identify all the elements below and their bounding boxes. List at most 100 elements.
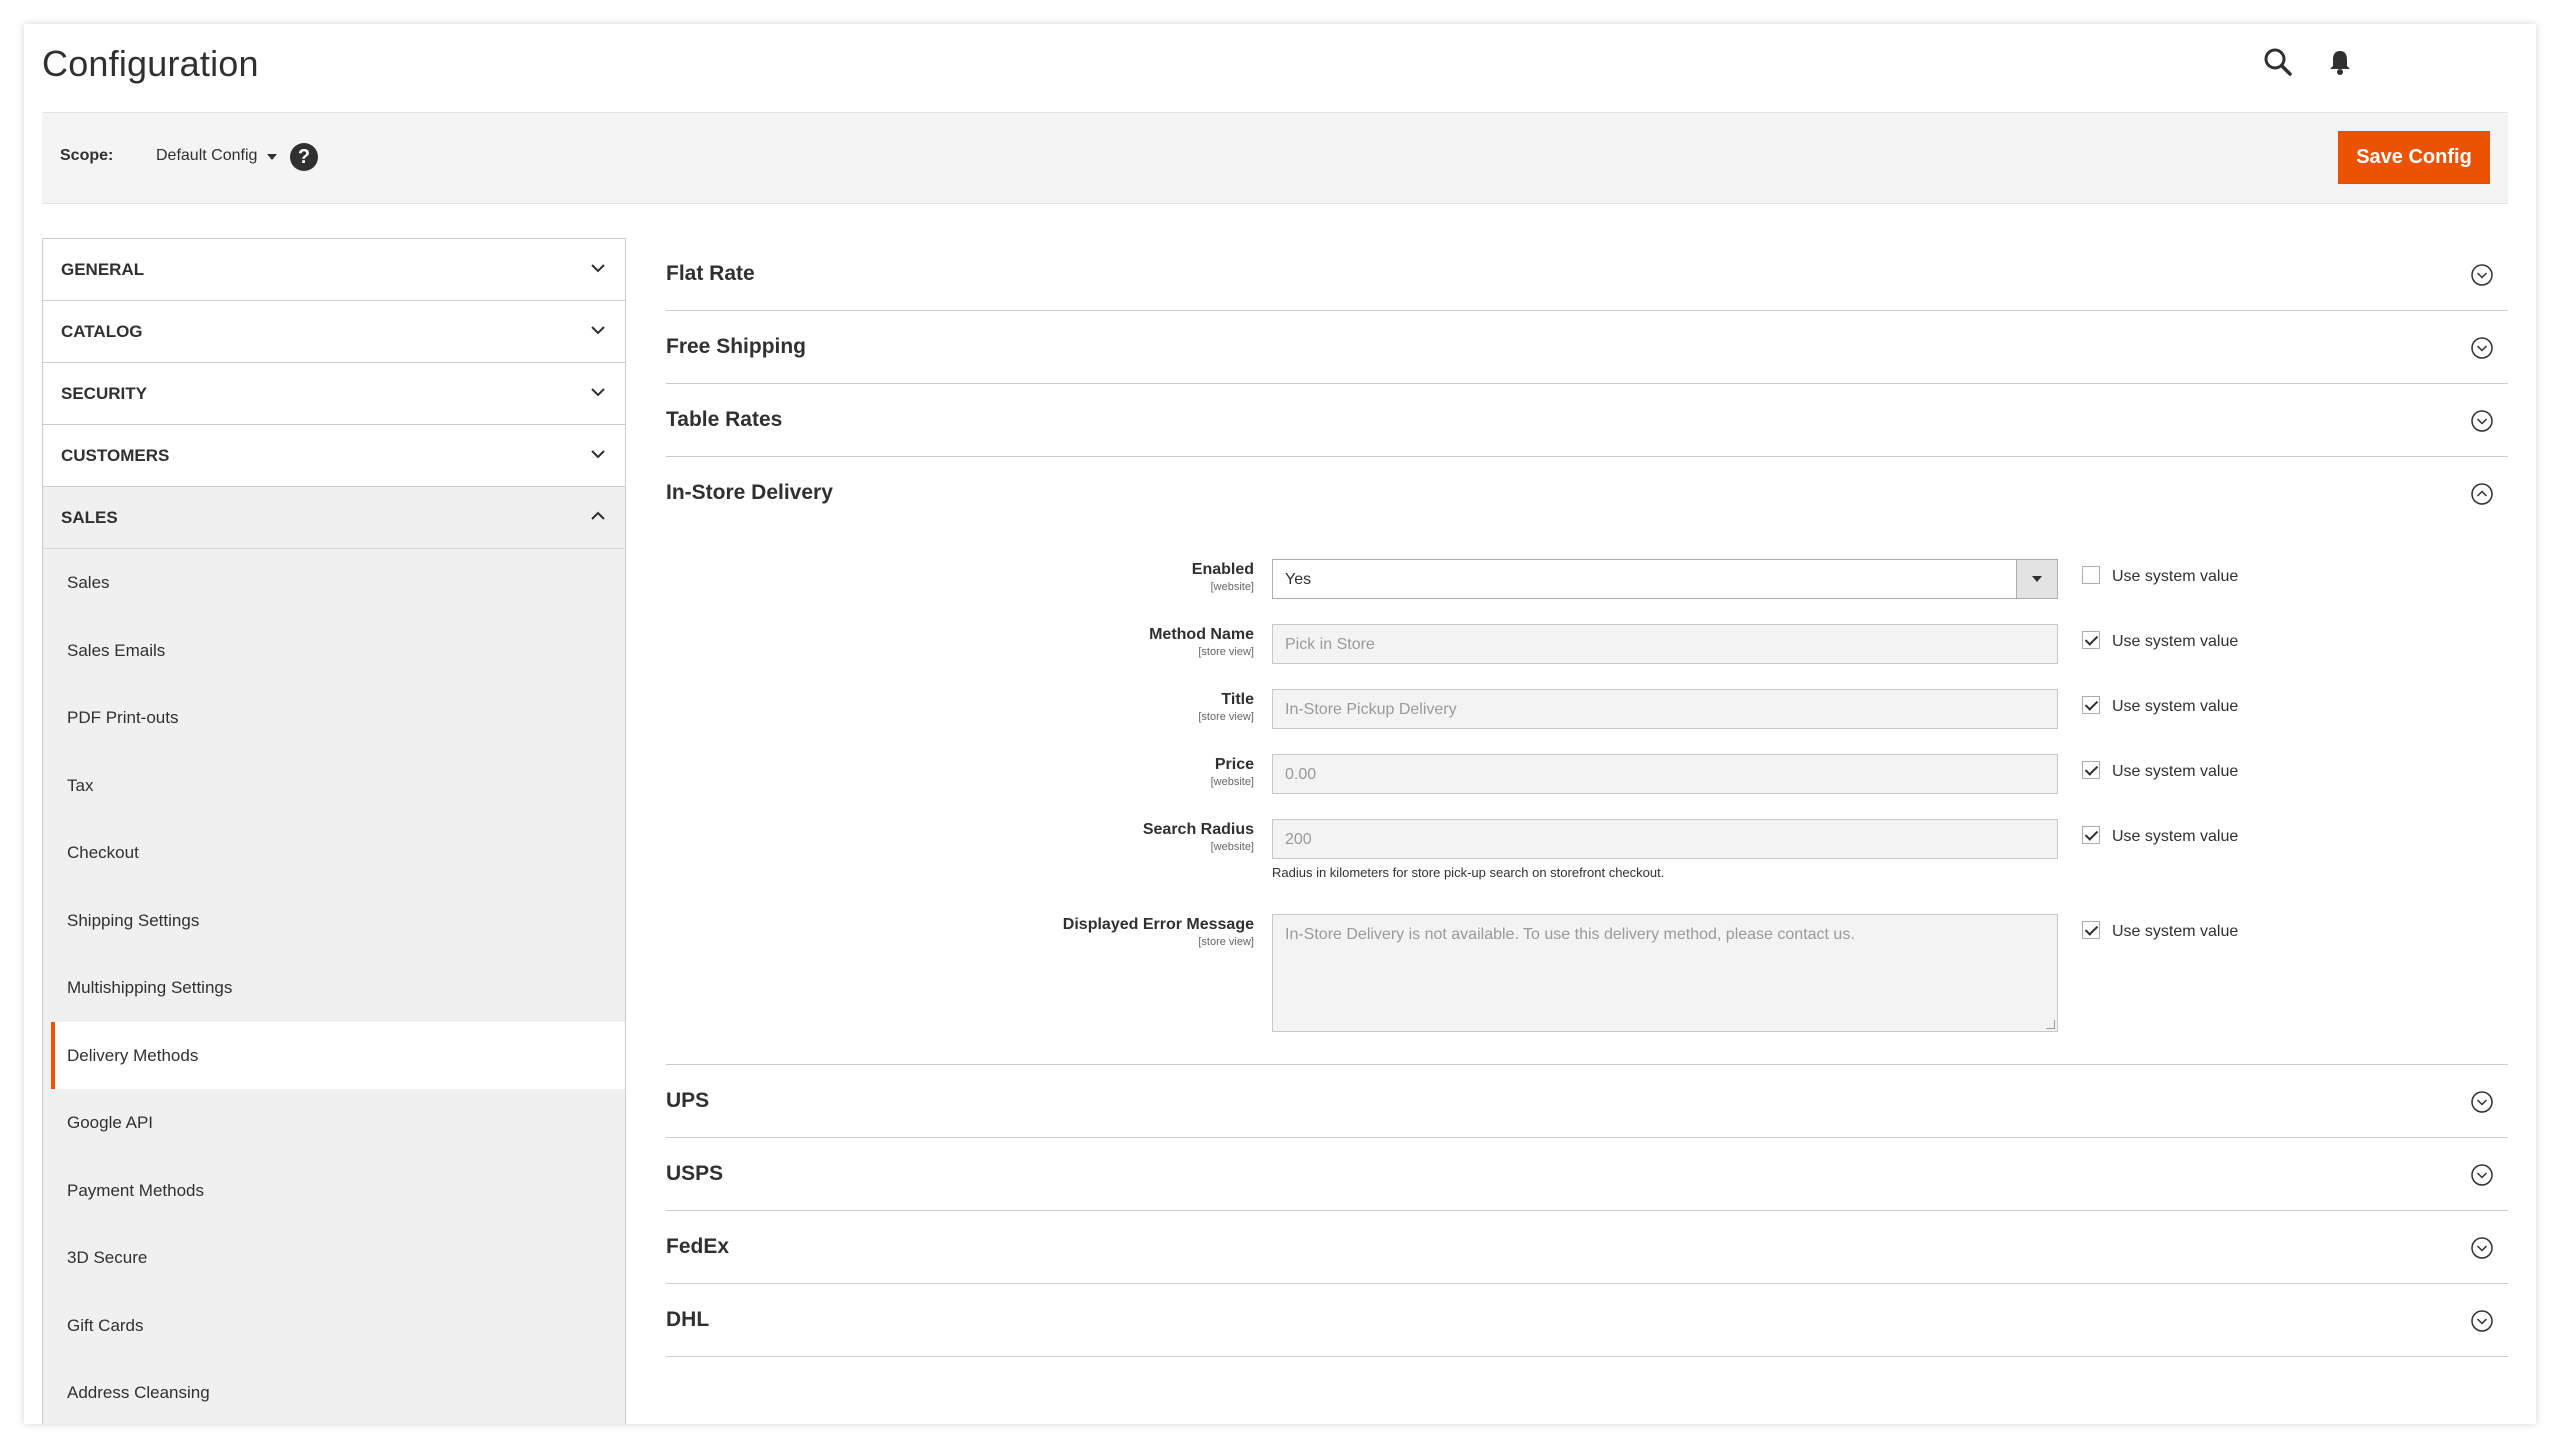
section-title: UPS [666, 1089, 710, 1112]
sidebar-item-label: 3D Secure [67, 1248, 148, 1267]
sidebar-section-customers[interactable]: CUSTOMERS [42, 424, 626, 486]
section-title: Free Shipping [666, 335, 807, 358]
error-message-textarea[interactable]: In-Store Delivery is not available. To u… [1272, 914, 2058, 1032]
scope-switcher[interactable]: Default Config [156, 147, 257, 165]
sidebar-section-general[interactable]: GENERAL [42, 238, 626, 300]
chevron-down-icon[interactable] [591, 385, 605, 399]
field-value: Yes [1285, 571, 1312, 588]
enabled-select[interactable]: Yes [1272, 559, 2058, 599]
field-value: Pick in Store [1285, 636, 1375, 653]
use-system-value-label: Use system value [2112, 828, 2239, 846]
sidebar-section-catalog[interactable]: CATALOG [42, 300, 626, 362]
chevron-down-icon[interactable] [591, 261, 605, 275]
sidebar-item-google-api[interactable]: Google API [43, 1089, 625, 1157]
bell-icon[interactable] [2322, 44, 2358, 80]
expand-circle-down-icon[interactable] [2470, 409, 2494, 433]
section-usps[interactable]: USPS [666, 1138, 2508, 1211]
sidebar-item-label: PDF Print-outs [67, 708, 179, 727]
sidebar-item-multishipping-settings[interactable]: Multishipping Settings [43, 954, 625, 1022]
section-dhl[interactable]: DHL [666, 1284, 2508, 1357]
sidebar-item-sales-emails[interactable]: Sales Emails [43, 617, 625, 685]
checkbox[interactable] [2082, 761, 2100, 779]
section-title: DHL [666, 1308, 710, 1331]
sales-subsection-list: Sales Sales Emails PDF Print-outs Tax Checko… [42, 549, 626, 1424]
sidebar-section-security[interactable]: SECURITY [42, 362, 626, 424]
section-flat-rate[interactable]: Flat Rate [666, 238, 2508, 311]
field-input[interactable]: 200 [1272, 819, 2058, 859]
chevron-up-icon[interactable] [591, 509, 605, 523]
section-in-store-delivery[interactable]: In-Store Delivery [666, 457, 2508, 529]
help-icon[interactable]: ? [290, 143, 318, 171]
use-system-value-checkbox[interactable]: Use system value [2082, 566, 2238, 586]
field-label-group: Price [website] [1211, 756, 1254, 788]
field-scope: [website] [1210, 581, 1254, 593]
chevron-down-icon[interactable] [591, 447, 605, 461]
expand-circle-down-icon[interactable] [2470, 263, 2494, 287]
field-label-group: Search Radius [website] [1143, 821, 1254, 853]
save-config-button[interactable]: Save Config [2338, 131, 2490, 184]
sidebar-section-sales[interactable]: SALES [42, 486, 626, 549]
use-system-value-checkbox[interactable]: Use system value [2082, 761, 2238, 781]
config-sidebar: GENERAL CATALOG SECURITY CUSTOMERS SALES Sal… [42, 238, 626, 1424]
use-system-value-label: Use system value [2112, 923, 2239, 941]
sidebar-item-delivery-methods[interactable]: Delivery Methods [51, 1021, 625, 1089]
use-system-value-checkbox[interactable]: Use system value [2082, 631, 2239, 651]
sidebar-item-pdf-print-outs[interactable]: PDF Print-outs [43, 684, 625, 752]
sidebar-item-label: Payment Methods [67, 1180, 205, 1200]
field-value: In-Store Delivery is not available. To u… [1285, 926, 1855, 943]
sidebar-item-3d-secure[interactable]: 3D Secure [43, 1224, 625, 1292]
checkbox[interactable] [2082, 696, 2100, 714]
field-label: Displayed Error Message [1062, 916, 1254, 933]
sidebar-item-tax[interactable]: Tax [43, 752, 625, 820]
sidebar-item-gift-cards[interactable]: Gift Cards [43, 1292, 625, 1360]
field-scope: [store view] [1198, 711, 1254, 723]
section-title: USPS [666, 1162, 724, 1185]
expand-circle-down-icon[interactable] [2470, 1236, 2494, 1260]
chevron-down-icon[interactable] [591, 323, 605, 337]
expand-circle-down-icon[interactable] [2470, 1163, 2494, 1187]
expand-circle-down-icon[interactable] [2470, 1309, 2494, 1333]
sidebar-item-label: Tax [67, 775, 94, 795]
section-title: FedEx [666, 1235, 730, 1258]
use-system-value-checkbox[interactable]: Use system value [2082, 921, 2239, 941]
section-title: In-Store Delivery [666, 481, 833, 504]
field-input[interactable]: In-Store Pickup Delivery [1272, 689, 2058, 729]
field-input[interactable]: 0.00 [1272, 754, 2058, 794]
sidebar-item-checkout[interactable]: Checkout [43, 819, 625, 887]
resize-handle-icon[interactable] [2046, 1020, 2055, 1029]
sidebar-item-label: Checkout [67, 843, 139, 862]
sidebar-item-sales[interactable]: Sales [43, 549, 625, 617]
sidebar-item-label: Gift Cards [67, 1315, 144, 1335]
checkbox[interactable] [2082, 826, 2100, 844]
checkbox[interactable] [2082, 921, 2100, 939]
use-system-value-checkbox[interactable]: Use system value [2082, 696, 2238, 716]
collapse-circle-up-icon[interactable] [2470, 482, 2494, 506]
expand-circle-down-icon[interactable] [2470, 1090, 2494, 1114]
field-value: 200 [1285, 831, 1312, 848]
section-free-shipping[interactable]: Free Shipping [666, 311, 2508, 384]
section-fedex[interactable]: FedEx [666, 1211, 2508, 1284]
expand-circle-down-icon[interactable] [2470, 336, 2494, 360]
field-label-group: Displayed Error Message [store view] [1063, 916, 1254, 948]
field-scope: [website] [1210, 776, 1254, 788]
section-table-rates[interactable]: Table Rates [666, 384, 2508, 457]
caret-down-icon[interactable] [267, 154, 277, 160]
field-label-group: Method Name [store view] [1149, 626, 1254, 658]
sidebar-item-payment-methods[interactable]: Payment Methods [43, 1157, 625, 1225]
select-arrow-icon[interactable] [2016, 560, 2057, 598]
sidebar-item-label: Multishipping Settings [67, 978, 233, 997]
field-label: Title [1221, 691, 1254, 708]
checkbox[interactable] [2082, 566, 2100, 584]
field-label: Search Radius [1142, 821, 1254, 838]
sidebar-item-shipping-settings[interactable]: Shipping Settings [43, 887, 625, 955]
checkbox[interactable] [2082, 631, 2100, 649]
sidebar-section-label: SECURITY [61, 384, 147, 403]
sidebar-item-address-cleansing[interactable]: Address Cleansing [43, 1359, 625, 1424]
search-icon[interactable] [2260, 44, 2296, 80]
section-ups[interactable]: UPS [666, 1065, 2508, 1138]
field-label: Method Name [1149, 626, 1254, 643]
use-system-value-label: Use system value [2112, 633, 2239, 651]
field-value: 0.00 [1285, 766, 1317, 783]
field-input[interactable]: Pick in Store [1272, 624, 2058, 664]
use-system-value-checkbox[interactable]: Use system value [2082, 826, 2239, 846]
